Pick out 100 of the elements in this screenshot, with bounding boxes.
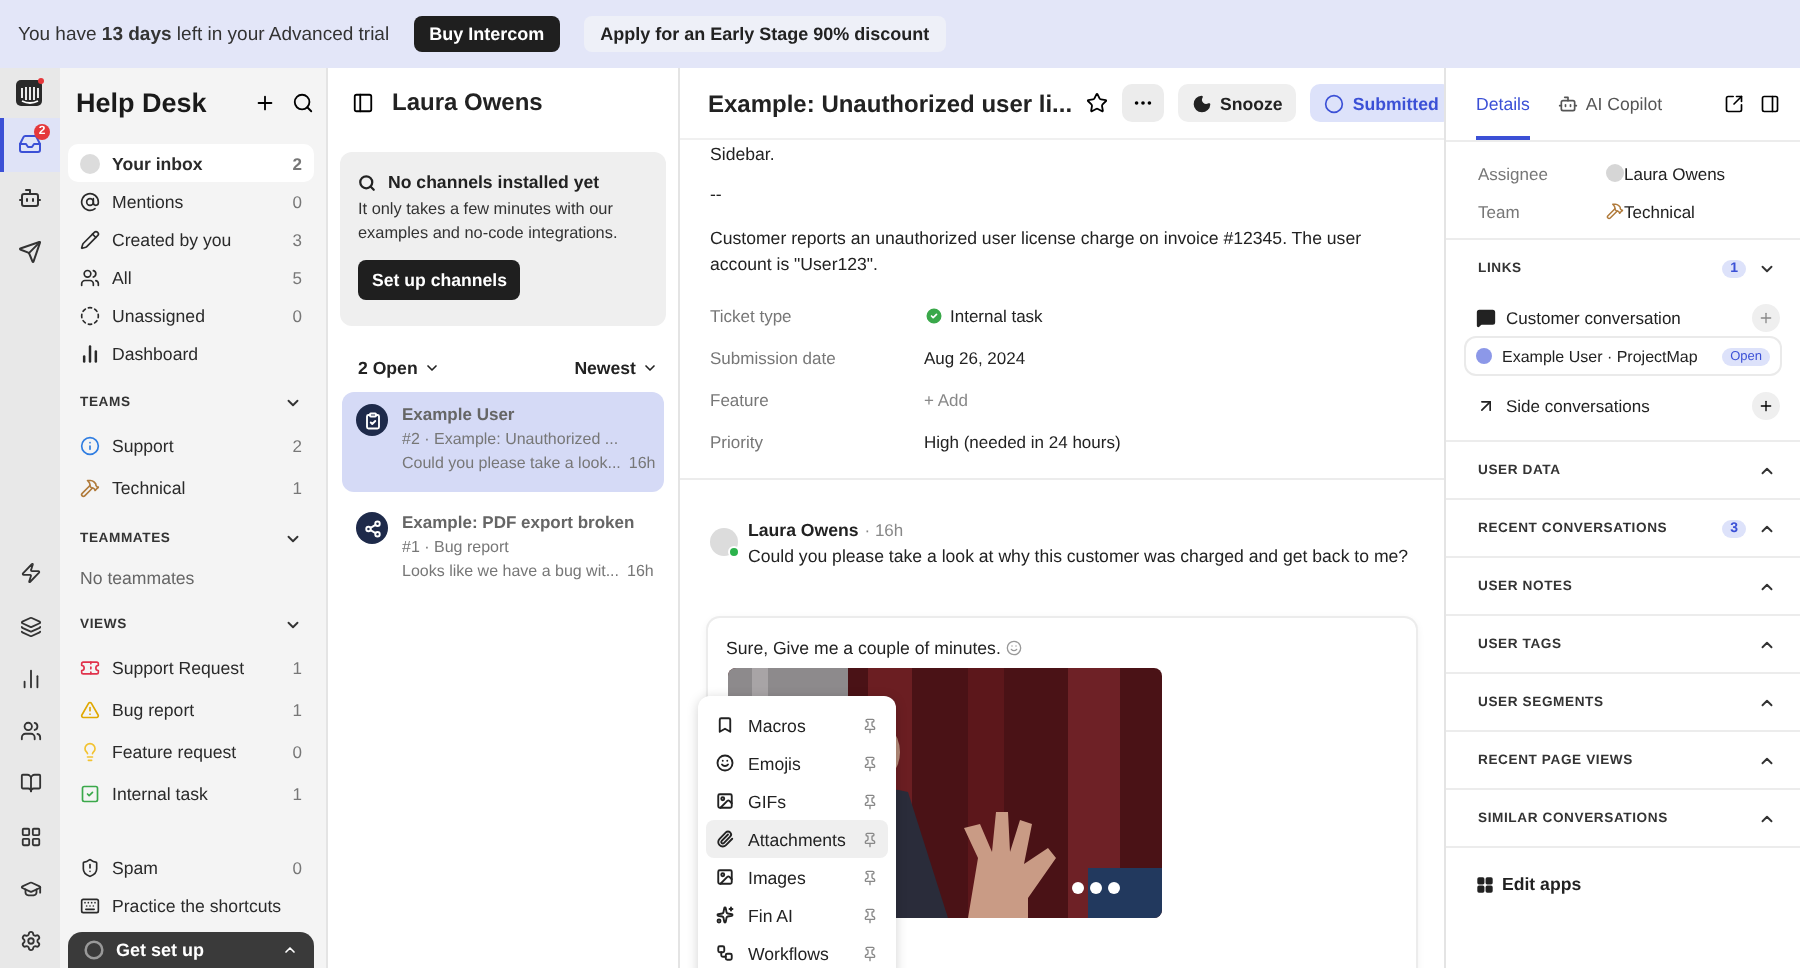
moon-icon bbox=[1192, 93, 1213, 113]
link-label: Side conversations bbox=[1506, 396, 1652, 416]
conversation-time: 16h bbox=[628, 454, 656, 472]
add-attribute-link[interactable]: + Add bbox=[924, 389, 968, 409]
open-external-button[interactable] bbox=[1724, 94, 1744, 114]
menu-item[interactable]: GIFs bbox=[706, 782, 888, 820]
linked-title: Example User · ProjectMap bbox=[1502, 347, 1700, 365]
panel-toggle-button[interactable] bbox=[352, 91, 374, 113]
nav-item[interactable]: Support 2 bbox=[68, 424, 314, 466]
menu-item[interactable]: Images bbox=[706, 858, 888, 896]
plus-icon bbox=[254, 91, 276, 113]
image-icon bbox=[716, 868, 734, 886]
emoji-icon bbox=[716, 754, 734, 772]
tab[interactable]: AI Copilot bbox=[1557, 68, 1663, 140]
message-author: Laura Owens bbox=[748, 520, 859, 540]
layers-icon bbox=[19, 615, 41, 638]
add-button[interactable] bbox=[1752, 392, 1780, 420]
conversation-subtitle: #1 · Bug report bbox=[402, 538, 511, 556]
nav-item[interactable]: Internal task 1 bbox=[68, 772, 314, 814]
inbox-title: Laura Owens bbox=[392, 88, 543, 116]
nav-item[interactable]: Bug report 1 bbox=[68, 688, 314, 730]
attribute-value: High (needed in 24 hours) bbox=[924, 431, 1121, 451]
conversation-avatar bbox=[356, 404, 388, 436]
nav-item[interactable]: All 5 bbox=[68, 258, 314, 296]
count: 1 bbox=[292, 783, 302, 803]
add-button[interactable] bbox=[254, 91, 276, 113]
nav-item[interactable]: Support Request 1 bbox=[68, 646, 314, 688]
pencil-icon bbox=[80, 229, 100, 249]
menu-item[interactable]: Fin AI bbox=[706, 896, 888, 934]
nav-item[interactable]: Dashboard bbox=[68, 334, 314, 372]
panel-icon bbox=[352, 91, 374, 113]
snooze-button[interactable]: Snooze bbox=[1178, 84, 1297, 122]
setup-channels-button[interactable]: Set up channels bbox=[358, 260, 521, 300]
menu-item[interactable]: Attachments bbox=[706, 820, 888, 858]
count: 1 bbox=[292, 657, 302, 677]
discount-button[interactable]: Apply for an Early Stage 90% discount bbox=[584, 16, 946, 52]
bookmark-icon bbox=[716, 716, 734, 734]
notice-title: No channels installed yet bbox=[388, 172, 600, 192]
setup-bar[interactable]: Get set up bbox=[68, 932, 314, 968]
conversation-preview: Looks like we have a bug wit... bbox=[402, 562, 620, 580]
smile-icon bbox=[1006, 640, 1023, 656]
edit-apps-button[interactable]: Edit apps bbox=[1446, 864, 1800, 904]
nav-item[interactable]: Spam 0 bbox=[68, 848, 314, 886]
hammer-icon bbox=[80, 477, 100, 497]
count: 2 bbox=[292, 435, 302, 455]
count: 0 bbox=[292, 857, 302, 877]
info-icon bbox=[80, 435, 100, 455]
progress-ring-icon bbox=[84, 940, 104, 960]
unassigned-icon bbox=[80, 305, 100, 325]
menu-item[interactable]: Macros bbox=[706, 706, 888, 744]
body-text: -- bbox=[710, 182, 724, 206]
field-label: Assignee bbox=[1478, 163, 1550, 183]
attribute-label: Priority bbox=[710, 431, 765, 451]
tab[interactable]: Details bbox=[1476, 68, 1530, 140]
field-value[interactable]: Technical bbox=[1624, 201, 1695, 221]
panel-toggle-button[interactable] bbox=[1760, 94, 1780, 114]
filter-dropdown[interactable]: Newest bbox=[574, 358, 658, 378]
bot-icon bbox=[1557, 94, 1578, 114]
count: 1 bbox=[292, 699, 302, 719]
nav-item[interactable]: Practice the shortcuts bbox=[68, 886, 314, 924]
count: 5 bbox=[292, 267, 302, 287]
warning-icon bbox=[80, 699, 100, 719]
buy-button[interactable]: Buy Intercom bbox=[413, 16, 561, 52]
field-value[interactable]: Laura Owens bbox=[1624, 163, 1726, 183]
nav-item[interactable]: Mentions 0 bbox=[68, 182, 314, 220]
nav-item[interactable]: Technical 1 bbox=[68, 466, 314, 508]
menu-item[interactable]: Emojis bbox=[706, 744, 888, 782]
hammer-icon bbox=[1606, 202, 1624, 220]
status-button[interactable]: Submitted bbox=[1310, 84, 1444, 122]
menu-item[interactable]: Workflows bbox=[706, 934, 888, 968]
empty-message: No teammates bbox=[78, 565, 197, 591]
count: 0 bbox=[292, 305, 302, 325]
pin-icon bbox=[862, 907, 878, 923]
pin-icon bbox=[862, 945, 878, 961]
nav-item[interactable]: Created by you 3 bbox=[68, 220, 314, 258]
chevron-icon bbox=[642, 360, 658, 376]
count: 1 bbox=[292, 477, 302, 497]
nav-item[interactable]: Feature request 0 bbox=[68, 730, 314, 772]
avatar-icon bbox=[80, 153, 100, 173]
filter-dropdown[interactable]: 2 Open bbox=[358, 358, 440, 378]
chat-icon bbox=[1476, 308, 1496, 328]
nav-item[interactable]: Your inbox 2 bbox=[68, 144, 314, 182]
conversation-item[interactable]: Example User #2 · Example: Unauthorized ... Could you please take a look... 16h bbox=[342, 392, 664, 492]
attribute-value[interactable]: Internal task bbox=[924, 305, 1043, 325]
user-avatar-icon bbox=[1476, 348, 1492, 364]
paperclip-icon bbox=[716, 830, 734, 848]
sidebar-title: Help Desk bbox=[76, 87, 209, 117]
attribute-label: Feature bbox=[710, 389, 771, 409]
conversation-title: Example: PDF export broken bbox=[402, 512, 637, 532]
conversation-subtitle: #2 · Example: Unauthorized ... bbox=[402, 430, 621, 448]
at-sign-icon bbox=[80, 191, 100, 211]
conversation-item[interactable]: Example: PDF export broken #1 · Bug report Looks like we have a bug wit... 16h bbox=[342, 500, 664, 600]
settings-icon bbox=[19, 930, 41, 953]
chevron-icon[interactable] bbox=[282, 942, 298, 958]
chevron-icon[interactable] bbox=[1758, 260, 1776, 278]
search-button[interactable] bbox=[292, 91, 314, 113]
star-button[interactable] bbox=[1086, 92, 1109, 114]
nav-item[interactable]: Unassigned 0 bbox=[68, 296, 314, 334]
circle-icon bbox=[1324, 93, 1345, 113]
pin-icon bbox=[862, 869, 878, 885]
